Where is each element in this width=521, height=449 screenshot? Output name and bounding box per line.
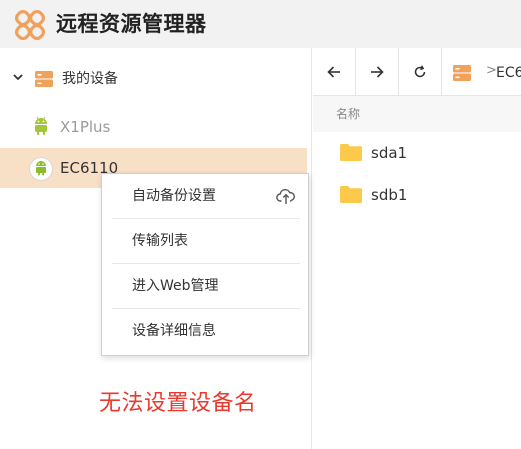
file-list-item[interactable]: sda1	[313, 132, 521, 174]
menu-item-device-details[interactable]: 设备详细信息	[102, 309, 308, 354]
tree-root-label: 我的设备	[62, 71, 118, 87]
annotation-text: 无法设置设备名	[99, 391, 257, 416]
menu-item-transfer-list[interactable]: 传输列表	[102, 219, 308, 264]
menu-item-web-admin[interactable]: 进入Web管理	[102, 264, 308, 309]
app-title: 远程资源管理器	[56, 12, 207, 36]
forward-button[interactable]	[356, 48, 399, 96]
breadcrumb-current[interactable]: EC6110	[496, 63, 521, 83]
file-list-item[interactable]: sdb1	[313, 174, 521, 216]
refresh-button[interactable]	[399, 48, 442, 96]
menu-item-label: 进入Web管理	[132, 278, 219, 294]
android-nas-icon	[35, 116, 47, 135]
android-nas-icon	[36, 161, 46, 176]
file-name: sdb1	[371, 186, 408, 204]
file-list-header: 名称	[313, 96, 521, 132]
refresh-icon	[414, 65, 426, 78]
menu-item-auto-backup[interactable]: 自动备份设置	[102, 174, 308, 219]
folder-icon	[340, 186, 362, 203]
toolbar-inner: > EC6110	[313, 48, 521, 96]
file-name: sda1	[371, 144, 408, 162]
device-item-x1plus[interactable]: X1Plus	[0, 107, 307, 147]
chevron-down-icon[interactable]	[12, 71, 24, 83]
title-bar: 远程资源管理器	[0, 0, 521, 48]
arrow-right-icon	[371, 66, 384, 78]
column-header-name[interactable]: 名称	[336, 105, 360, 123]
device-label: X1Plus	[60, 118, 111, 136]
tree-root-my-devices[interactable]: 我的设备	[0, 62, 311, 96]
menu-item-label: 自动备份设置	[132, 188, 216, 204]
app-logo-icon	[14, 9, 46, 41]
cloud-upload-icon	[276, 188, 295, 204]
storage-device-icon	[35, 71, 53, 87]
back-button[interactable]	[313, 48, 356, 96]
toolbar: > EC6110	[313, 48, 521, 96]
device-context-menu: 自动备份设置 传输列表 进入Web管理 设备详细信息	[101, 173, 309, 356]
folder-icon	[340, 144, 362, 161]
menu-item-label: 传输列表	[132, 233, 188, 249]
storage-device-icon	[453, 65, 471, 81]
menu-item-label: 设备详细信息	[132, 323, 216, 339]
arrow-left-icon	[327, 66, 340, 78]
